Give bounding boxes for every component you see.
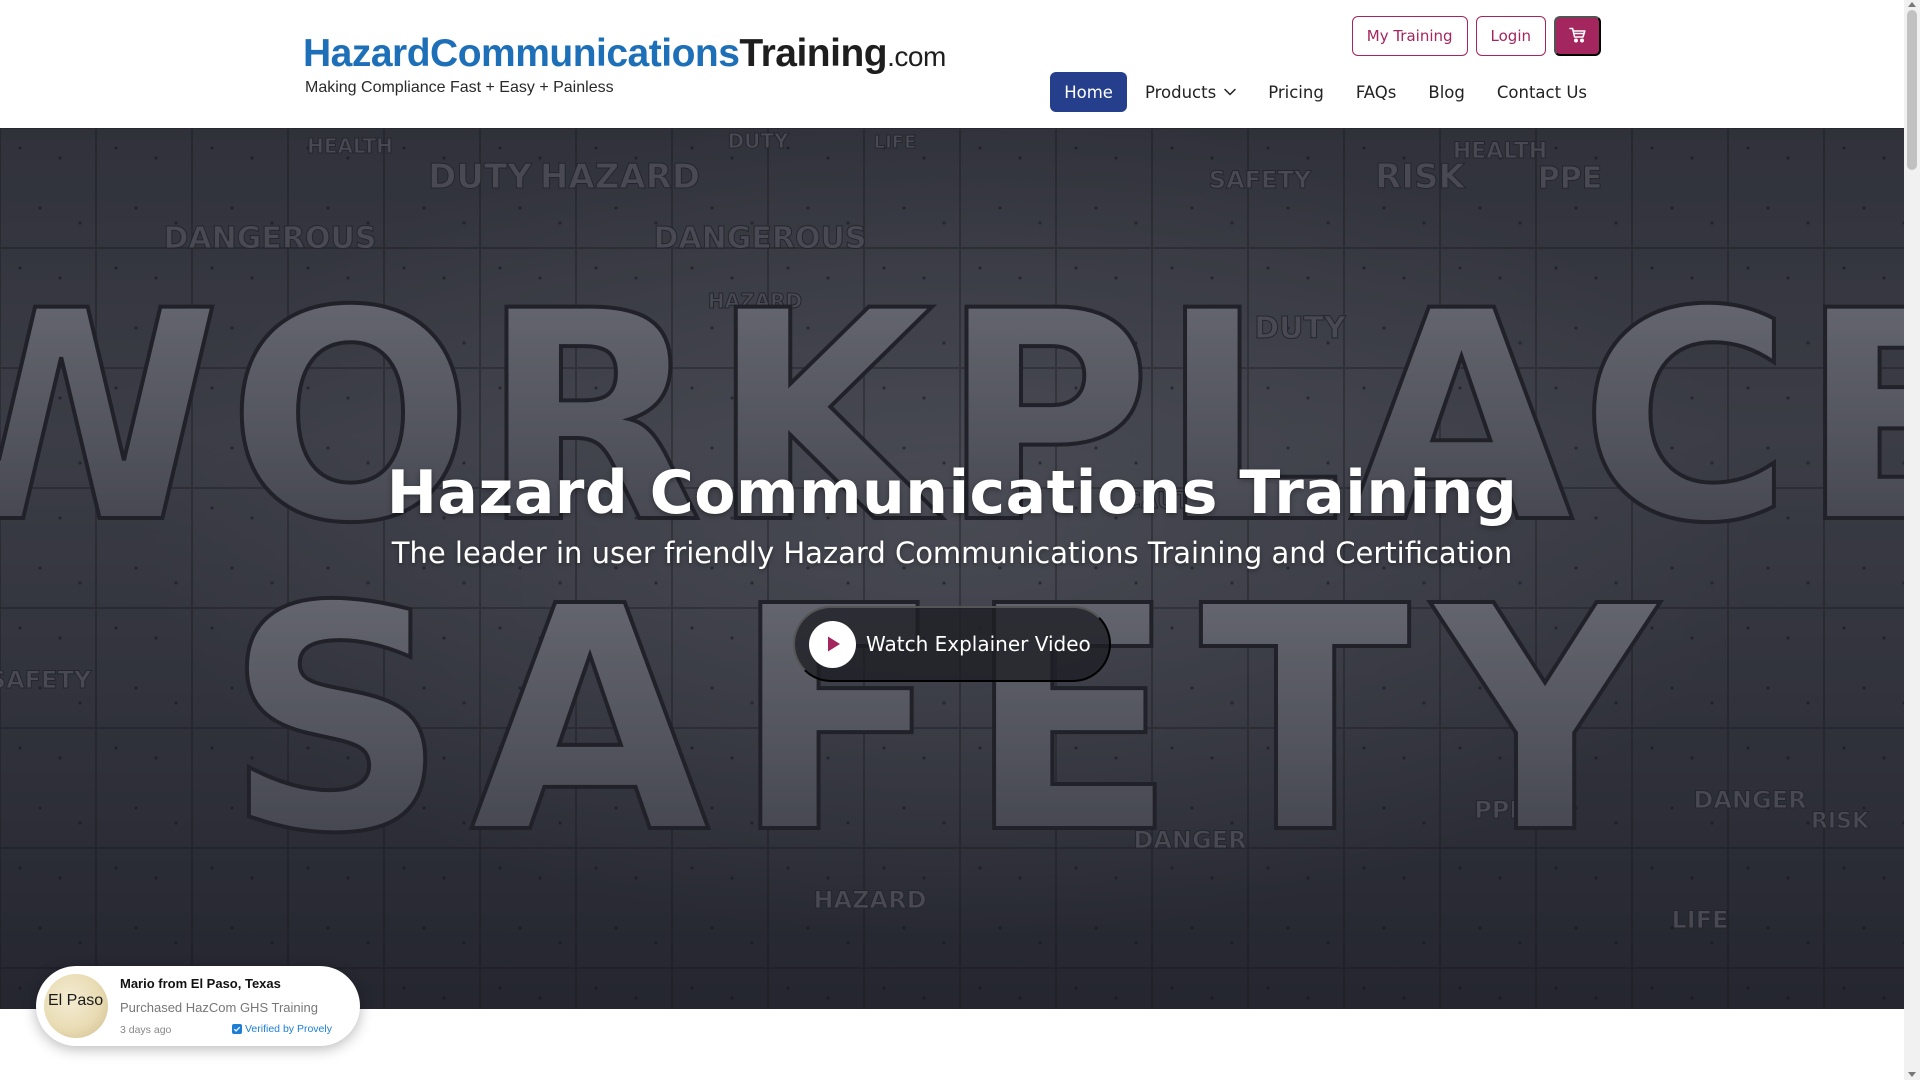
scroll-down-arrow-icon[interactable]	[1908, 1072, 1916, 1077]
page-scrollbar[interactable]	[1904, 0, 1920, 1080]
check-icon	[232, 1024, 242, 1034]
nav-contact[interactable]: Contact Us	[1483, 72, 1601, 112]
location-image: El Paso	[44, 974, 108, 1038]
my-training-button[interactable]: My Training	[1351, 16, 1468, 56]
social-proof-popup[interactable]: El Paso Mario from El Paso, Texas Purcha…	[36, 966, 360, 1046]
logo-tagline: Making Compliance Fast + Easy + Painless	[305, 79, 614, 96]
watch-video-label: Watch Explainer Video	[866, 632, 1091, 656]
nav-faqs[interactable]: FAQs	[1342, 72, 1411, 112]
logo-part-blue: HazardCommunications	[303, 32, 740, 75]
nav-products[interactable]: Products	[1131, 72, 1250, 112]
main-nav: Home Products Pricing FAQs Blog Contact …	[1050, 72, 1601, 112]
notification-time: 3 days ago	[120, 1024, 172, 1036]
cart-icon	[1568, 27, 1587, 46]
verified-label: Verified by Provely	[245, 1023, 332, 1035]
nav-products-label: Products	[1144, 82, 1217, 102]
play-icon	[809, 620, 856, 668]
hero-content: Hazard Communications Training The leade…	[0, 128, 1904, 1009]
logo-part-dark: Training	[739, 32, 888, 75]
hero-title: Hazard Communications Training	[386, 458, 1518, 528]
cart-button[interactable]	[1554, 16, 1601, 56]
chevron-down-icon	[1224, 88, 1236, 96]
site-logo[interactable]: HazardCommunicationsTraining.com Making …	[303, 34, 946, 97]
watch-video-button[interactable]: Watch Explainer Video	[793, 606, 1111, 682]
hero-subtitle: The leader in user friendly Hazard Commu…	[391, 536, 1513, 570]
hero-section: HAZARD DUTY LIFE DANGEROUS DANGEROUS HEALTH RI…	[0, 128, 1904, 1009]
nav-home[interactable]: Home	[1050, 72, 1127, 112]
scroll-up-arrow-icon[interactable]	[1908, 2, 1916, 7]
verified-badge[interactable]: Verified by Provely	[232, 1023, 332, 1035]
login-button[interactable]: Login	[1475, 16, 1546, 56]
notification-name: Mario from El Paso, Texas	[120, 976, 281, 991]
site-header: HazardCommunicationsTraining.com Making …	[0, 0, 1904, 128]
logo-wordmark: HazardCommunicationsTraining.com	[303, 34, 946, 77]
location-image-label: El Paso	[48, 992, 104, 1009]
header-actions: My Training Login	[1351, 16, 1601, 56]
logo-part-com: .com	[887, 41, 946, 72]
notification-action: Purchased HazCom GHS Training	[120, 1000, 318, 1015]
scroll-thumb[interactable]	[1907, 10, 1917, 170]
nav-pricing[interactable]: Pricing	[1254, 72, 1338, 112]
nav-blog[interactable]: Blog	[1414, 72, 1478, 112]
